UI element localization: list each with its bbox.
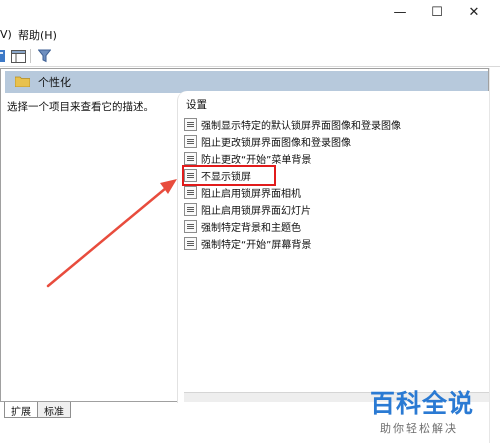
- close-button[interactable]: ✕: [451, 0, 497, 24]
- policy-setting-icon: [184, 203, 197, 216]
- show-hide-pane-icon[interactable]: [10, 48, 26, 64]
- settings-panel: 个性化 选择一个项目来查看它的描述。 设置 强制显示特定的默认锁屏界面图像和登录…: [0, 68, 490, 403]
- tab-standard[interactable]: 标准: [37, 402, 71, 418]
- title-bar: — ☐ ✕: [0, 0, 500, 24]
- setting-row[interactable]: 强制特定“开始”屏幕背景: [184, 235, 401, 252]
- toolbar: [0, 45, 500, 67]
- setting-row[interactable]: 阻止启用锁屏界面相机: [184, 184, 401, 201]
- setting-label: 强制特定“开始”屏幕背景: [201, 240, 312, 251]
- policy-setting-icon: [184, 237, 197, 250]
- policy-setting-icon: [184, 220, 197, 233]
- policy-setting-icon: [184, 186, 197, 199]
- menu-bar: V) 帮助(H): [0, 24, 500, 45]
- setting-row-highlighted[interactable]: 不显示锁屏: [182, 165, 276, 186]
- menu-help[interactable]: 帮助(H): [14, 27, 61, 43]
- setting-label: 不显示锁屏: [201, 172, 251, 183]
- setting-label: 阻止更改锁屏界面图像和登录图像: [201, 138, 351, 149]
- policy-setting-icon: [184, 118, 197, 131]
- setting-label: 阻止启用锁屏界面幻灯片: [201, 206, 311, 217]
- policy-setting-icon: [184, 152, 197, 165]
- view-tabs: 扩展 标准: [4, 402, 71, 418]
- policy-setting-icon: [184, 169, 197, 182]
- toolbar-icon-a[interactable]: [0, 48, 10, 64]
- watermark-subtitle: 助你轻松解决: [380, 422, 458, 435]
- setting-row[interactable]: 防止更改“开始”菜单背景: [184, 150, 401, 167]
- panel-title: 个性化: [38, 76, 71, 89]
- setting-label: 防止更改“开始”菜单背景: [201, 155, 312, 166]
- folder-icon: [14, 75, 31, 90]
- tab-extended[interactable]: 扩展: [4, 402, 38, 418]
- setting-label: 强制特定背景和主题色: [201, 223, 301, 234]
- settings-list-pane: 设置 强制显示特定的默认锁屏界面图像和登录图像 阻止更改锁屏界面图像和登录图像 …: [177, 91, 490, 403]
- watermark-logo: 百科全说 助你轻松解决: [370, 384, 498, 436]
- watermark-title: 百科全说: [370, 389, 475, 418]
- settings-list: 强制显示特定的默认锁屏界面图像和登录图像 阻止更改锁屏界面图像和登录图像 防止更…: [182, 116, 401, 252]
- setting-label: 强制显示特定的默认锁屏界面图像和登录图像: [201, 121, 401, 132]
- filter-icon[interactable]: [36, 48, 52, 64]
- setting-row[interactable]: 阻止启用锁屏界面幻灯片: [184, 201, 401, 218]
- setting-label: 阻止启用锁屏界面相机: [201, 189, 301, 200]
- setting-row[interactable]: 强制显示特定的默认锁屏界面图像和登录图像: [184, 116, 401, 133]
- description-text: 选择一个项目来查看它的描述。: [7, 101, 154, 113]
- policy-setting-icon: [184, 135, 197, 148]
- toolbar-separator: [30, 49, 31, 63]
- setting-row[interactable]: 强制特定背景和主题色: [184, 218, 401, 235]
- setting-row[interactable]: 阻止更改锁屏界面图像和登录图像: [184, 133, 401, 150]
- panel-header: 个性化: [5, 71, 488, 93]
- column-header-setting[interactable]: 设置: [186, 97, 207, 112]
